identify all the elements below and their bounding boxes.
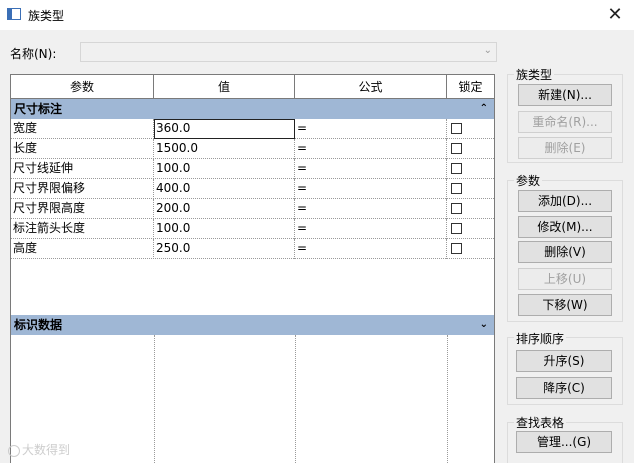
lock-checkbox[interactable] (451, 143, 462, 154)
chevron-down-icon[interactable]: ⌄ (484, 45, 492, 56)
close-button[interactable]: ✕ (602, 2, 628, 28)
column-divider (154, 335, 155, 463)
dialog-body: 名称(N): ⌄ 参数 值 公式 锁定 尺寸标注 ⌃ 宽度 360.0 = 长度… (0, 30, 634, 463)
table-row: 尺寸线延伸 100.0 = (11, 159, 494, 179)
sort-ascending-button[interactable]: 升序(S) (516, 350, 612, 372)
lock-checkbox[interactable] (451, 163, 462, 174)
app-icon (7, 8, 21, 20)
value-cell[interactable]: 400.0 (154, 179, 295, 199)
name-combobox[interactable]: ⌄ (80, 42, 497, 62)
title-bar: 族类型 ✕ (0, 0, 634, 30)
formula-cell[interactable]: = (295, 199, 447, 219)
param-name-cell: 尺寸界限高度 (11, 199, 154, 219)
formula-cell[interactable]: = (295, 139, 447, 159)
value-cell[interactable]: 360.0 (154, 119, 295, 139)
new-type-button[interactable]: 新建(N)... (518, 84, 612, 106)
group-row-dimensions[interactable]: 尺寸标注 ⌃ (11, 99, 494, 119)
expand-icon[interactable]: ⌄ (480, 315, 488, 335)
column-divider (447, 335, 448, 463)
lock-checkbox[interactable] (451, 203, 462, 214)
lock-checkbox[interactable] (451, 243, 462, 254)
value-cell[interactable]: 250.0 (154, 239, 295, 259)
group-label: 尺寸标注 (14, 102, 63, 116)
rename-type-button[interactable]: 重命名(R)... (518, 111, 612, 133)
param-name-cell: 尺寸线延伸 (11, 159, 154, 179)
value-cell[interactable]: 1500.0 (154, 139, 295, 159)
group-label: 标识数据 (14, 318, 63, 332)
column-header-value[interactable]: 值 (154, 75, 295, 99)
collapse-icon[interactable]: ⌃ (480, 99, 488, 119)
params-title: 参数 (514, 172, 543, 189)
lock-cell (447, 159, 494, 179)
table-row: 尺寸界限高度 200.0 = (11, 199, 494, 219)
lock-cell (447, 139, 494, 159)
param-name-cell: 尺寸界限偏移 (11, 179, 154, 199)
watermark: 大数得到 (8, 441, 70, 458)
column-header-param[interactable]: 参数 (11, 75, 154, 99)
formula-cell[interactable]: = (295, 179, 447, 199)
lock-cell (447, 119, 494, 139)
sort-descending-button[interactable]: 降序(C) (516, 377, 612, 399)
param-name-cell: 宽度 (11, 119, 154, 139)
grid-header: 参数 值 公式 锁定 (11, 75, 494, 99)
add-param-button[interactable]: 添加(D)... (518, 190, 612, 212)
lock-cell (447, 199, 494, 219)
formula-cell[interactable]: = (295, 159, 447, 179)
value-cell[interactable]: 200.0 (154, 199, 295, 219)
watermark-text: 大数得到 (22, 443, 71, 457)
table-row: 标注箭头长度 100.0 = (11, 219, 494, 239)
group-row-identity-data[interactable]: 标识数据 ⌄ (11, 315, 494, 335)
table-row: 宽度 360.0 = (11, 119, 494, 139)
modify-param-button[interactable]: 修改(M)... (518, 216, 612, 238)
parameter-rows: 宽度 360.0 = 长度 1500.0 = 尺寸线延伸 100.0 = 尺寸界… (11, 119, 494, 259)
column-header-formula[interactable]: 公式 (295, 75, 447, 99)
lock-cell (447, 239, 494, 259)
window-title: 族类型 (28, 9, 65, 23)
manage-lookup-button[interactable]: 管理...(G) (516, 431, 612, 453)
value-cell[interactable]: 100.0 (154, 159, 295, 179)
column-header-lock[interactable]: 锁定 (447, 75, 494, 99)
move-up-button[interactable]: 上移(U) (518, 268, 612, 290)
sort-title: 排序顺序 (514, 330, 567, 347)
formula-cell[interactable]: = (295, 239, 447, 259)
delete-param-button[interactable]: 删除(V) (518, 241, 612, 263)
grid-empty-area (11, 335, 494, 463)
parameters-grid: 参数 值 公式 锁定 尺寸标注 ⌃ 宽度 360.0 = 长度 1500.0 = (10, 74, 495, 463)
move-down-button[interactable]: 下移(W) (518, 294, 612, 316)
column-divider (295, 335, 296, 463)
lock-checkbox[interactable] (451, 123, 462, 134)
name-label: 名称(N): (10, 47, 57, 61)
param-name-cell: 长度 (11, 139, 154, 159)
watermark-logo-icon (8, 444, 20, 457)
table-row: 长度 1500.0 = (11, 139, 494, 159)
family-types-title: 族类型 (514, 66, 555, 83)
param-name-cell: 高度 (11, 239, 154, 259)
formula-cell[interactable]: = (295, 219, 447, 239)
table-row: 高度 250.0 = (11, 239, 494, 259)
formula-cell[interactable]: = (295, 119, 447, 139)
param-name-cell: 标注箭头长度 (11, 219, 154, 239)
delete-type-button[interactable]: 删除(E) (518, 137, 612, 159)
lock-cell (447, 219, 494, 239)
lookup-title: 查找表格 (514, 414, 567, 431)
lock-checkbox[interactable] (451, 223, 462, 234)
lock-checkbox[interactable] (451, 183, 462, 194)
table-row: 尺寸界限偏移 400.0 = (11, 179, 494, 199)
lock-cell (447, 179, 494, 199)
value-cell[interactable]: 100.0 (154, 219, 295, 239)
